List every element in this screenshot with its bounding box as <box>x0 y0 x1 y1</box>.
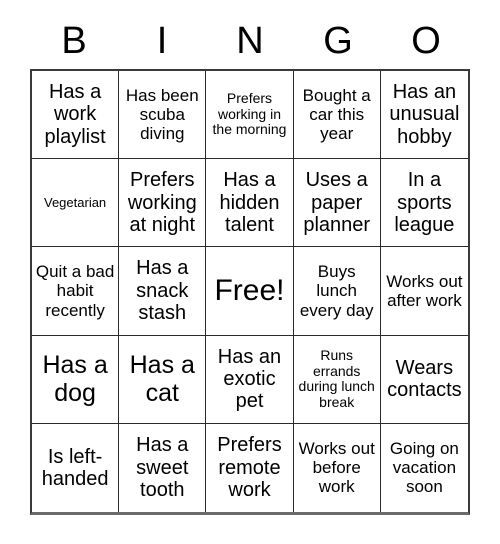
bingo-cell-label: Has an exotic pet <box>217 345 282 413</box>
bingo-cell[interactable]: Vegetarian <box>32 159 120 248</box>
bingo-cell-label: Runs errands during lunch break <box>298 346 375 410</box>
bingo-cell[interactable]: Has a work playlist <box>32 71 120 160</box>
bingo-cell[interactable]: Uses a paper planner <box>293 159 381 248</box>
bingo-cell-label: Has a cat <box>129 351 195 408</box>
bingo-cell[interactable]: Runs errands during lunch break <box>293 335 381 424</box>
header-letter-g: G <box>323 20 353 62</box>
bingo-card: B I N G O Has a work playlist Has been sc… <box>0 0 500 544</box>
bingo-cell[interactable]: Prefers working at night <box>119 159 207 248</box>
bingo-cell-label: Prefers remote work <box>217 434 282 502</box>
bingo-cell-label: Has been scuba diving <box>125 86 199 144</box>
bingo-cell[interactable]: Has a sweet tooth <box>119 423 207 512</box>
bingo-cell[interactable]: Prefers remote work <box>206 423 294 512</box>
bingo-cell-label: Has a hidden talent <box>219 169 280 236</box>
bingo-cell-label: Wears contacts <box>387 356 462 402</box>
bingo-grid: Has a work playlist Has been scuba diving… <box>30 69 470 515</box>
bingo-cell[interactable]: Works out before work <box>293 423 381 512</box>
bingo-cell[interactable]: Bought a car this year <box>293 71 381 160</box>
bingo-cell-label: Buys lunch every day <box>299 262 374 320</box>
bingo-cell-label: In a sports league <box>394 169 455 236</box>
header-letter-i: I <box>156 20 168 62</box>
bingo-cell[interactable]: Has a cat <box>119 335 207 424</box>
bingo-cell[interactable]: Has a dog <box>32 335 120 424</box>
bingo-cell[interactable]: Has been scuba diving <box>119 71 207 160</box>
bingo-cell-label: Quit a bad habit recently <box>35 262 115 320</box>
header-letter-b: B <box>61 20 87 62</box>
bingo-cell[interactable]: Is left-handed <box>32 423 120 512</box>
bingo-header: B I N G O <box>30 16 470 66</box>
bingo-cell-label: Uses a paper planner <box>303 169 371 236</box>
bingo-cell[interactable]: Wears contacts <box>380 335 468 424</box>
header-letter-o: O <box>411 20 441 62</box>
bingo-cell-label: Prefers working in the morning <box>212 90 287 138</box>
bingo-cell[interactable]: In a sports league <box>380 159 468 248</box>
bingo-cell-label: Vegetarian <box>44 194 107 210</box>
bingo-cell-label: Bought a car this year <box>302 86 371 144</box>
bingo-cell[interactable]: Works out after work <box>380 247 468 336</box>
bingo-cell-label: Prefers working at night <box>127 169 197 236</box>
bingo-cell-label: Has an unusual hobby <box>389 81 460 148</box>
bingo-cell[interactable]: Free! <box>206 247 294 336</box>
header-letter-n: N <box>236 20 264 62</box>
bingo-cell-label: Has a work playlist <box>44 81 106 148</box>
bingo-cell-label: Going on vacation soon <box>389 439 459 497</box>
bingo-cell[interactable]: Buys lunch every day <box>293 247 381 336</box>
bingo-cell[interactable]: Has an exotic pet <box>206 335 294 424</box>
bingo-cell[interactable]: Has a snack stash <box>119 247 207 336</box>
bingo-cell[interactable]: Quit a bad habit recently <box>32 247 120 336</box>
bingo-cell-label: Is left-handed <box>41 445 109 490</box>
bingo-cell[interactable]: Has an unusual hobby <box>380 71 468 160</box>
bingo-cell[interactable]: Has a hidden talent <box>206 159 294 248</box>
bingo-cell[interactable]: Going on vacation soon <box>380 423 468 512</box>
bingo-cell-label: Works out before work <box>298 439 375 497</box>
bingo-cell-label: Has a sweet tooth <box>136 434 189 502</box>
bingo-cell[interactable]: Prefers working in the morning <box>206 71 294 160</box>
bingo-cell-label: Free! <box>214 274 285 308</box>
bingo-cell-label: Has a snack stash <box>136 257 189 325</box>
bingo-cell-label: Has a dog <box>42 351 108 408</box>
bingo-cell-label: Works out after work <box>386 271 463 310</box>
